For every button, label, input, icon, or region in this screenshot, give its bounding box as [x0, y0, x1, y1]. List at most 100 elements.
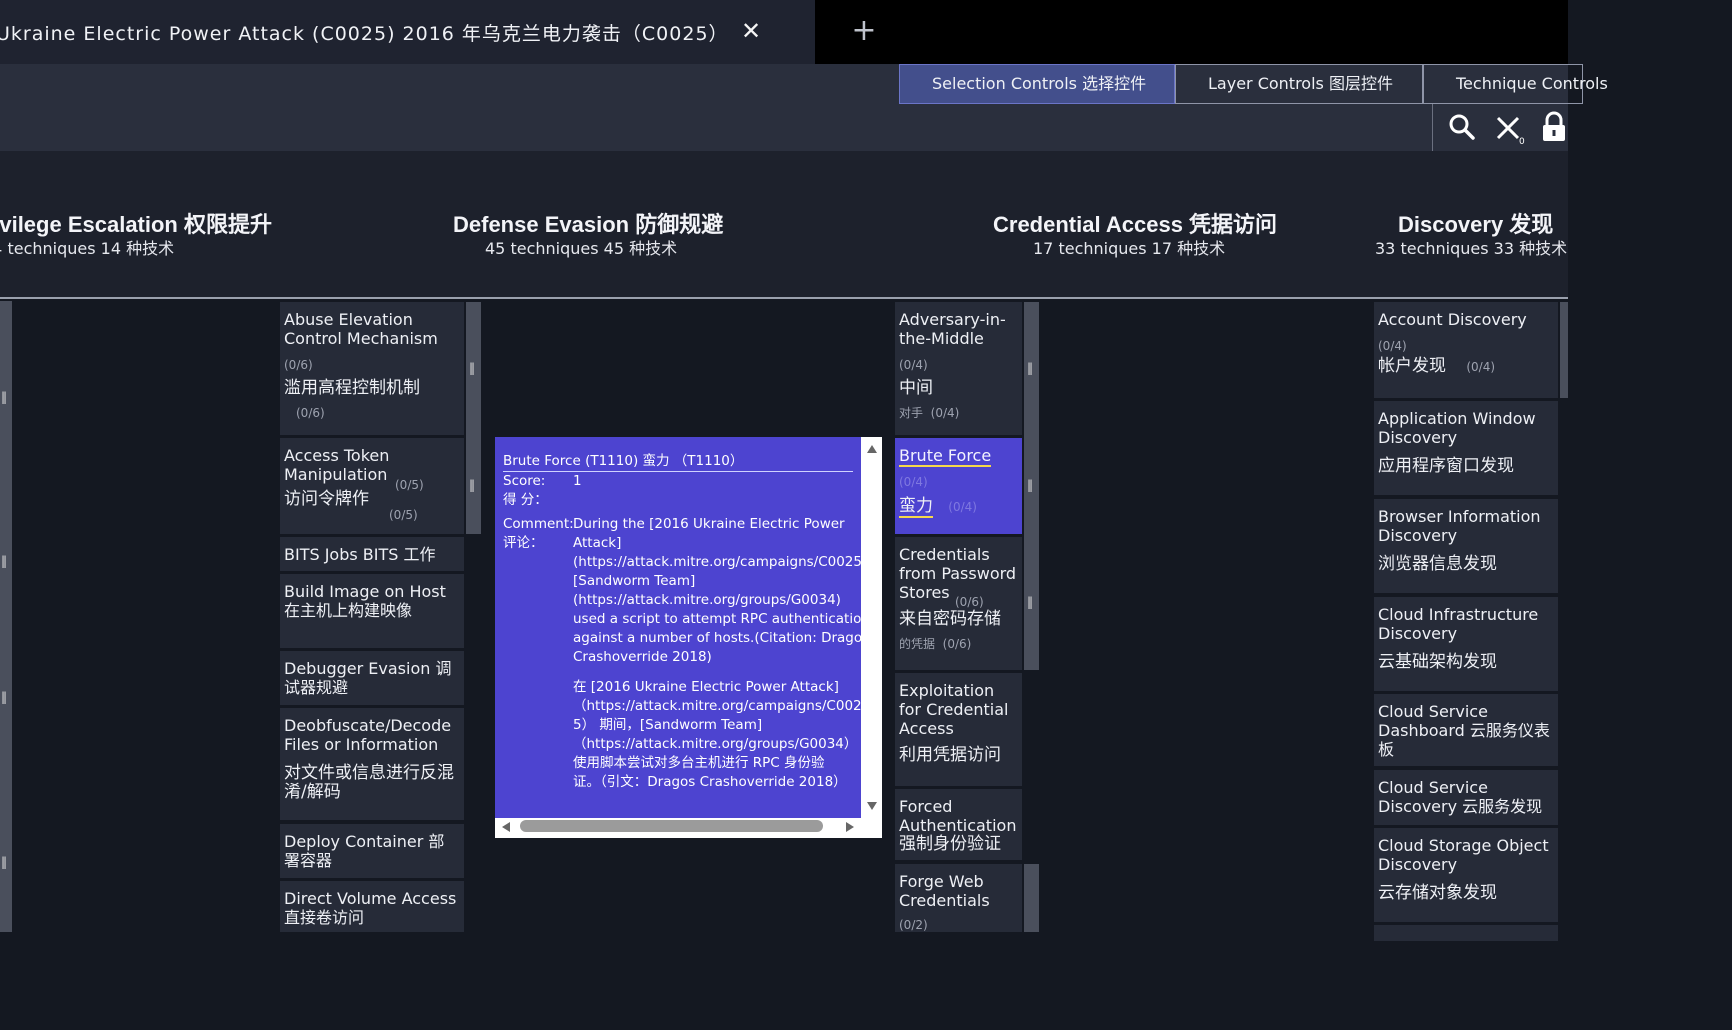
technique-name: Direct Volume Access 直接卷访问: [284, 889, 457, 927]
grip-icon: ||: [1, 554, 7, 568]
technique-cell-exploitation-credential[interactable]: Exploitation for Credential Access 利用凭据访…: [895, 673, 1022, 786]
technique-name: Forge Web Credentials: [899, 872, 990, 910]
close-tab-icon[interactable]: ✕: [738, 16, 764, 46]
technique-cell-forge-web-credentials[interactable]: Forge Web Credentials (0/2): [895, 864, 1022, 932]
technique-name-zh: 来自密码存储: [899, 609, 1001, 629]
technique-count-zh: (0/6): [942, 637, 972, 651]
technique-name: Cloud Service Dashboard 云服务仪表板: [1378, 702, 1550, 759]
technique-cell-abuse-elevation[interactable]: Abuse Elevation Control Mechanism (0/6) …: [280, 302, 464, 435]
tab-technique-controls[interactable]: Technique Controls: [1423, 64, 1608, 104]
tooltip-score-value: 1: [573, 473, 582, 489]
tab-selection-controls[interactable]: Selection Controls 选择控件: [899, 64, 1175, 104]
technique-cell-cloud-storage-object-discovery[interactable]: Cloud Storage Object Discovery 云存储对象发现: [1374, 828, 1558, 922]
comment-line: (https://attack.mitre.org/groups/G0034): [573, 592, 841, 608]
technique-cell-credentials-password-stores[interactable]: Credentials from Password Stores (0/6) 来…: [895, 537, 1022, 670]
tab-title[interactable]: Ukraine Electric Power Attack (C0025) 20…: [0, 19, 729, 46]
technique-count: (0/5): [395, 478, 424, 492]
technique-count: (0/4): [899, 475, 928, 489]
tooltip-score-label: Score: 得 分：: [503, 473, 548, 508]
horizontal-scroll-thumb[interactable]: [520, 820, 823, 832]
technique-cell-browser-information-discovery[interactable]: Browser Information Discovery 浏览器信息发现: [1374, 499, 1558, 593]
scroll-up-icon[interactable]: [865, 441, 879, 455]
comment-line: 在 [2016 Ukraine Electric Power Attack]: [573, 679, 839, 695]
technique-name: Cloud Service Discovery 云服务发现: [1378, 778, 1543, 816]
tooltip-comment-en: During the [2016 Ukraine Electric Power …: [573, 515, 872, 667]
technique-count-zh: (0/5): [389, 508, 418, 522]
scroll-down-icon[interactable]: [865, 798, 879, 812]
technique-name-zh: 云存储对象发现: [1378, 883, 1497, 903]
technique-cell-cloud-service-dashboard[interactable]: Cloud Service Dashboard 云服务仪表板: [1374, 694, 1558, 766]
grip-icon: ||: [1, 690, 7, 704]
subtechnique-toggle[interactable]: [1024, 864, 1039, 932]
technique-name-zh: 浏览器信息发现: [1378, 554, 1497, 574]
technique-name-zh: 滥用高程控制机制: [284, 378, 420, 398]
technique-cell-access-token[interactable]: Access Token Manipulation (0/5) 访问令牌作 (0…: [280, 438, 464, 534]
technique-name-zh-cont: 对手: [899, 406, 924, 420]
technique-name: Cloud Infrastructure Discovery: [1378, 605, 1539, 643]
grip-icon: ||: [1, 855, 7, 869]
tactic-count-credential-access: 17 techniques 17 种技术: [1033, 239, 1226, 258]
technique-name-zh: 中间: [899, 378, 933, 398]
technique-name: Browser Information Discovery: [1378, 507, 1541, 545]
new-tab-icon[interactable]: +: [850, 14, 878, 48]
technique-cell-bits-jobs[interactable]: BITS Jobs BITS 工作: [280, 537, 464, 571]
tooltip-title: Brute Force (T1110) 蛮力 （T1110）: [503, 449, 853, 472]
technique-name: Application Window Discovery: [1378, 409, 1536, 447]
technique-count-zh: (0/4): [1466, 360, 1496, 374]
technique-count: (0/4): [899, 358, 928, 372]
technique-count-zh: (0/4): [930, 406, 960, 420]
scroll-left-icon[interactable]: [499, 819, 513, 833]
subtechnique-toggle[interactable]: [466, 302, 481, 534]
grip-icon: ||: [1, 390, 7, 404]
technique-cell-partial[interactable]: [1374, 925, 1558, 941]
technique-name-zh: 蛮力: [899, 496, 933, 518]
technique-cell-forced-authentication[interactable]: Forced Authentication 强制身份验证: [895, 789, 1022, 860]
technique-name: Deobfuscate/Decode Files or Information: [284, 716, 452, 754]
technique-name: Cloud Storage Object Discovery: [1378, 836, 1549, 874]
technique-name-zh: 强制身份验证: [899, 834, 1001, 854]
technique-cell-cloud-service-discovery[interactable]: Cloud Service Discovery 云服务发现: [1374, 770, 1558, 825]
technique-cell-build-image[interactable]: Build Image on Host 在主机上构建映像: [280, 574, 464, 648]
technique-count: (0/6): [284, 358, 313, 372]
technique-cell-deobfuscate[interactable]: Deobfuscate/Decode Files or Information …: [280, 708, 464, 820]
technique-cell-debugger-evasion[interactable]: Debugger Evasion 调试器规避: [280, 651, 464, 705]
grip-icon: ||: [1027, 595, 1033, 609]
technique-cell-brute-force[interactable]: Brute Force (0/4) 蛮力 (0/4): [895, 438, 1022, 534]
scroll-right-icon[interactable]: [843, 819, 857, 833]
technique-name: Adversary-in-the-Middle: [899, 310, 1006, 348]
technique-name: BITS Jobs BITS 工作: [284, 545, 436, 564]
comment-line: Attack]: [573, 535, 622, 551]
technique-name-zh: 应用程序窗口发现: [1378, 456, 1514, 476]
comment-line: against a number of hosts.(Citation: Dra…: [573, 630, 870, 646]
tooltip-comment-zh: 在 [2016 Ukraine Electric Power Attack] （…: [573, 678, 862, 792]
lock-icon[interactable]: [1540, 110, 1572, 144]
grip-icon: ||: [469, 361, 475, 375]
technique-cell-deploy-container[interactable]: Deploy Container 部署容器: [280, 824, 464, 878]
technique-name-zh: 对文件或信息进行反混淆/解码: [284, 763, 454, 802]
technique-cell-account-discovery[interactable]: Account Discovery (0/4) 帐户发现 (0/4): [1374, 302, 1558, 398]
tooltip-comment-label: Comment: 评论：: [503, 516, 574, 551]
comment-line: （https://attack.mitre.org/groups/G0034）: [573, 736, 858, 752]
technique-cell-cloud-infrastructure-discovery[interactable]: Cloud Infrastructure Discovery 云基础架构发现: [1374, 597, 1558, 691]
tactic-count-privilege-escalation: 14 techniques 14 种技术: [0, 239, 175, 258]
tab-layer-controls[interactable]: Layer Controls 图层控件: [1175, 64, 1423, 104]
comment-line: 5） 期间，[Sandworm Team]: [573, 717, 763, 733]
search-icon[interactable]: [1446, 110, 1478, 144]
technique-count-zh: (0/4): [948, 500, 977, 514]
comment-line: （https://attack.mitre.org/campaigns/C002: [573, 698, 862, 714]
technique-name-zh: 云基础架构发现: [1378, 652, 1497, 672]
technique-name: Forced Authentication: [899, 797, 1017, 835]
comment-line: 证。（引文：Dragos Crashoverride 2018）: [573, 774, 847, 790]
technique-cell-adversary-in-the-middle[interactable]: Adversary-in-the-Middle (0/4) 中间 对手 (0/4…: [895, 302, 1022, 435]
technique-cell-direct-volume[interactable]: Direct Volume Access 直接卷访问: [280, 881, 464, 932]
technique-cell-application-window-discovery[interactable]: Application Window Discovery 应用程序窗口发现: [1374, 401, 1558, 495]
comment-line: Crashoverride 2018): [573, 649, 712, 665]
subtechnique-toggle[interactable]: [1560, 302, 1568, 398]
comment-line: used a script to attempt RPC authenticat…: [573, 611, 870, 627]
technique-count: (0/4): [1378, 339, 1407, 353]
technique-name-zh: 访问令牌作: [284, 489, 369, 509]
technique-name: Abuse Elevation Control Mechanism: [284, 310, 438, 348]
comment-line: [Sandworm Team]: [573, 573, 696, 589]
comment-line: During the [2016 Ukraine Electric Power: [573, 516, 845, 532]
technique-name-zh: 利用凭据访问: [899, 745, 1001, 765]
